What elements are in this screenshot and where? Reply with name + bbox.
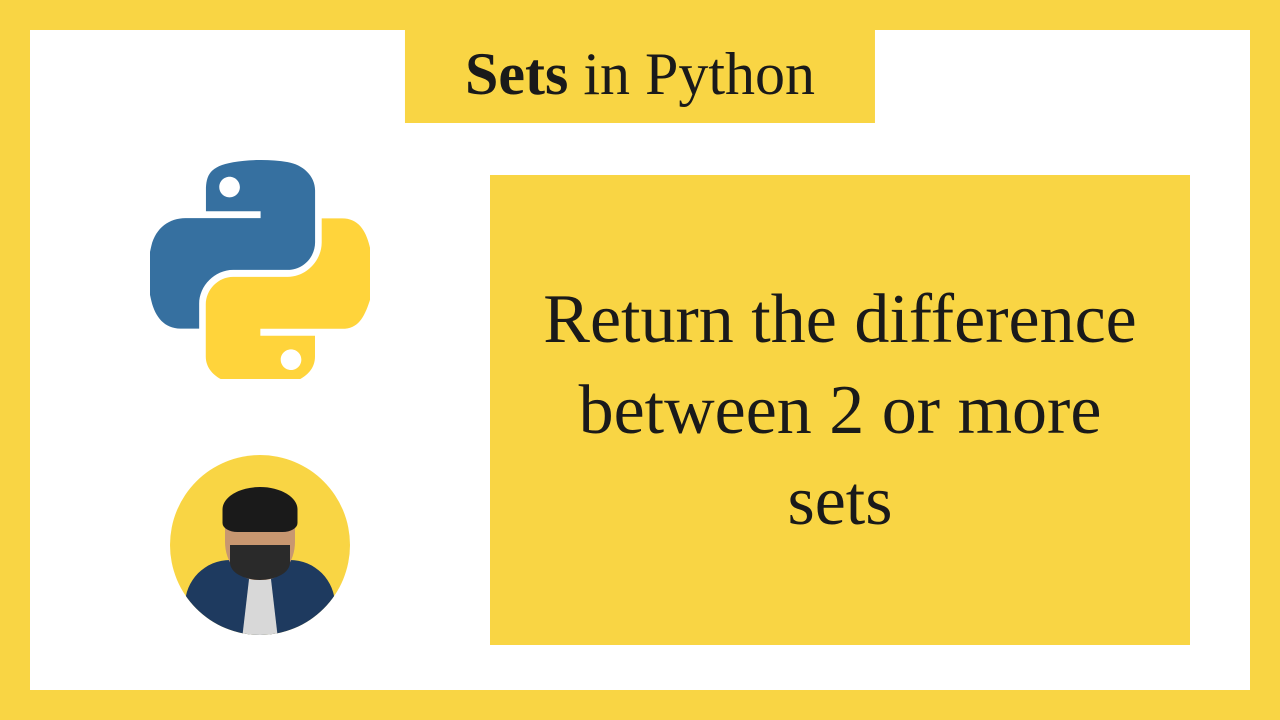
outer-frame: Sets in Python Return the difference bet…	[0, 0, 1280, 720]
title-box: Sets in Python	[405, 30, 875, 123]
avatar-beard	[230, 545, 290, 580]
title-rest-part: in Python	[568, 41, 815, 107]
avatar-hair	[223, 487, 298, 532]
avatar-person	[180, 475, 340, 635]
python-logo-icon	[150, 160, 370, 380]
title-text: Sets in Python	[465, 41, 815, 107]
inner-frame: Sets in Python Return the difference bet…	[30, 30, 1250, 690]
content-text: Return the difference between 2 or more …	[540, 274, 1140, 547]
title-bold-part: Sets	[465, 41, 568, 107]
content-box: Return the difference between 2 or more …	[490, 175, 1190, 645]
presenter-avatar	[170, 455, 350, 635]
